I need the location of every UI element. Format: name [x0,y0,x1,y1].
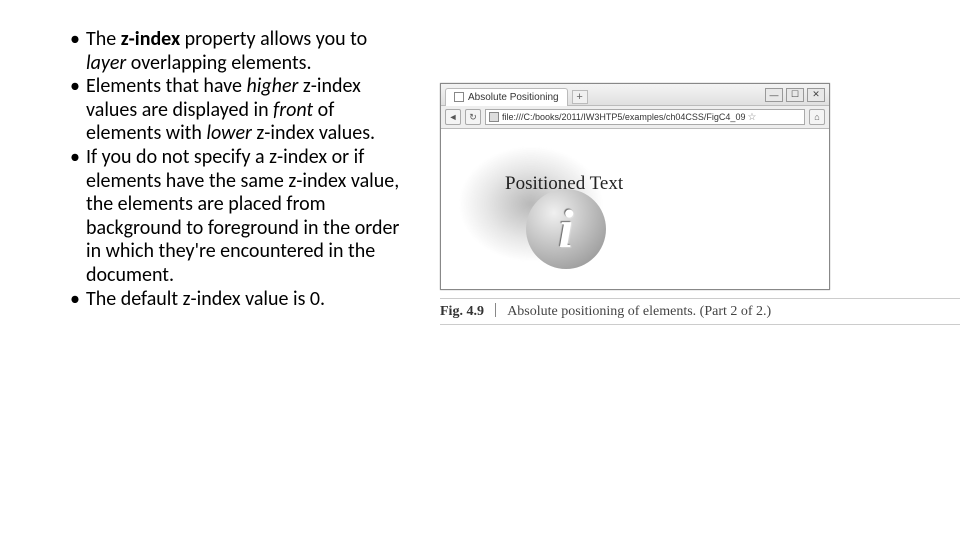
figure-number: Fig. 4.9 [440,304,484,319]
caption-text: Absolute positioning of elements. (Part … [507,304,771,319]
back-button[interactable]: ◄ [445,109,461,125]
window-controls: — ☐ ✕ [765,88,825,102]
text: Elements that have [86,74,247,98]
foreground-image: i [526,189,606,269]
letter-i-icon: i [558,202,573,256]
positioned-text-label: Positioned Text [505,173,623,195]
home-button[interactable]: ⌂ [809,109,825,125]
browser-viewport: i Positioned Text [441,129,829,289]
figure-caption: Fig. 4.9 Absolute positioning of element… [440,298,960,325]
text: property allows you to [180,27,367,51]
figure-region: Absolute Positioning + — ☐ ✕ ◄ ↻ file://… [410,28,930,325]
emph-layer: layer [86,51,126,75]
text: overlapping elements. [126,51,311,75]
text: z-index values. [252,121,375,145]
url-field[interactable]: file:///C:/books/2011/IW3HTP5/examples/c… [485,109,805,125]
bullet-1: The z-index property allows you to layer… [70,28,400,75]
term-z-index: z-index [121,27,180,51]
browser-titlebar: Absolute Positioning + — ☐ ✕ [441,84,829,106]
caption-divider [495,303,496,317]
browser-tab[interactable]: Absolute Positioning [445,88,568,106]
browser-window: Absolute Positioning + — ☐ ✕ ◄ ↻ file://… [440,83,830,290]
minimize-button[interactable]: — [765,88,783,102]
bullet-4: The default z-index value is 0. [70,288,400,312]
emph-front: front [273,98,313,122]
text: The [86,27,121,51]
maximize-button[interactable]: ☐ [786,88,804,102]
bullet-2: Elements that have higher z-index values… [70,75,400,146]
bullet-3: If you do not specify a z-index or if el… [70,146,400,288]
bookmark-star-icon[interactable]: ☆ [747,112,756,123]
url-text: file:///C:/books/2011/IW3HTP5/examples/c… [502,112,745,122]
reload-button[interactable]: ↻ [465,109,481,125]
bullet-list-region: The z-index property allows you to layer… [70,28,410,325]
close-button[interactable]: ✕ [807,88,825,102]
new-tab-button[interactable]: + [572,90,588,104]
bullet-list: The z-index property allows you to layer… [70,28,400,311]
emph-higher: higher [247,74,299,98]
browser-address-bar: ◄ ↻ file:///C:/books/2011/IW3HTP5/exampl… [441,106,829,129]
page-icon [454,92,464,102]
tab-title: Absolute Positioning [468,92,559,103]
emph-lower: lower [206,121,251,145]
document-icon [489,112,499,122]
